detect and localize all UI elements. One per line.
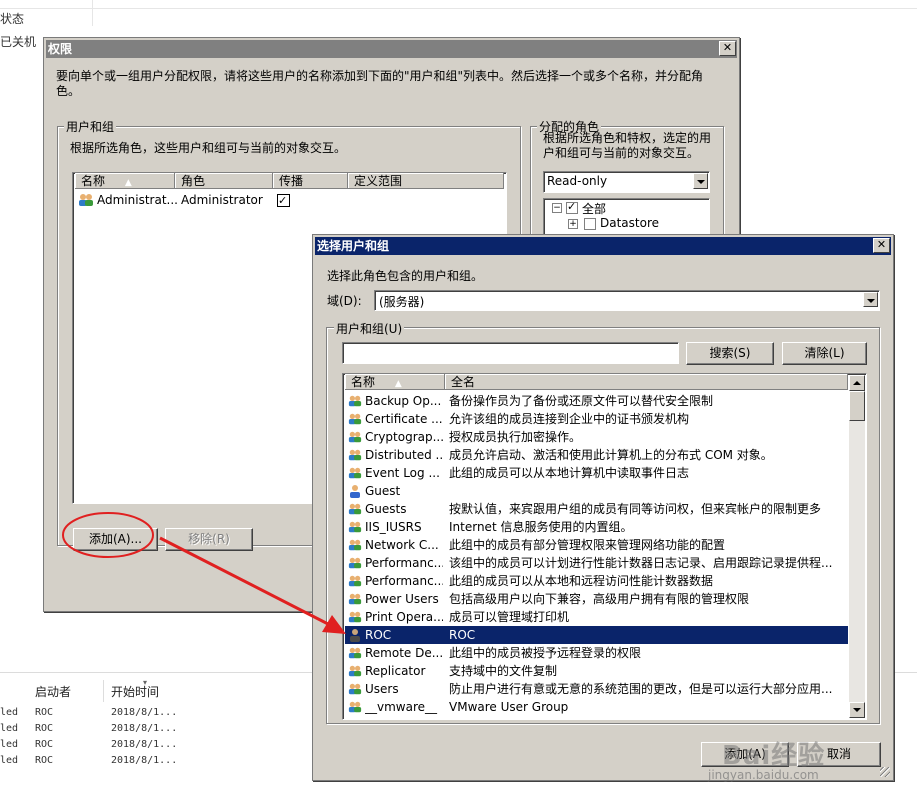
watermark-url: jingyan.baidu.com: [708, 768, 819, 782]
annotation-arrow: [159, 536, 331, 627]
annotation-layer: [62, 512, 346, 634]
annotation-circle: [62, 512, 154, 558]
watermark-logo: Bai经验: [722, 741, 826, 771]
annotation-arrowhead: [322, 615, 346, 634]
